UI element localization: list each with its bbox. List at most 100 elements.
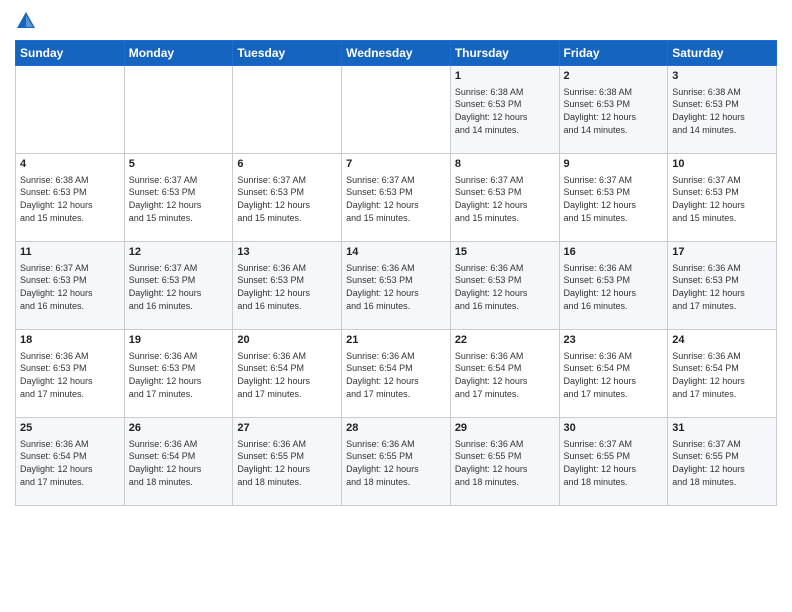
day-number: 19: [129, 333, 229, 348]
day-info: Sunrise: 6:37 AM Sunset: 6:55 PM Dayligh…: [564, 438, 664, 488]
weekday-header-friday: Friday: [559, 41, 668, 66]
calendar-row-3: 11 Sunrise: 6:37 AM Sunset: 6:53 PM Dayli…: [16, 242, 777, 330]
day-info: Sunrise: 6:37 AM Sunset: 6:53 PM Dayligh…: [455, 174, 555, 224]
calendar-cell: 5Sunrise: 6:37 AM Sunset: 6:53 PM Daylig…: [124, 154, 233, 242]
day-info: Sunrise: 6:36 AM Sunset: 6:53 PM Dayligh…: [672, 262, 772, 312]
calendar-cell: 1Sunrise: 6:38 AM Sunset: 6:53 PM Daylig…: [450, 66, 559, 154]
day-info: Sunrise: 6:38 AM Sunset: 6:53 PM Dayligh…: [672, 86, 772, 136]
day-number: 13: [237, 245, 337, 260]
day-number: 7: [346, 157, 446, 172]
calendar-cell: 12 Sunrise: 6:37 AM Sunset: 6:53 PM Dayli…: [124, 242, 233, 330]
calendar-cell: 25 Sunrise: 6:36 AM Sunset: 6:54 PM Dayli…: [16, 418, 125, 506]
calendar-cell: 18 Sunrise: 6:36 AM Sunset: 6:53 PM Dayli…: [16, 330, 125, 418]
weekday-header-monday: Monday: [124, 41, 233, 66]
day-info: Sunrise: 6:36 AM Sunset: 6:53 PM Dayligh…: [455, 262, 555, 312]
calendar-cell: 7 Sunrise: 6:37 AM Sunset: 6:53 PM Daylig…: [342, 154, 451, 242]
calendar-cell: 11 Sunrise: 6:37 AM Sunset: 6:53 PM Dayli…: [16, 242, 125, 330]
calendar-cell: 24 Sunrise: 6:36 AM Sunset: 6:54 PM Dayli…: [668, 330, 777, 418]
day-info: Sunrise: 6:37 AM Sunset: 6:53 PM Dayligh…: [20, 262, 120, 312]
day-number: 20: [237, 333, 337, 348]
day-number: 26: [129, 421, 229, 436]
day-number: 18: [20, 333, 120, 348]
calendar-cell: 16 Sunrise: 6:36 AM Sunset: 6:53 PM Dayli…: [559, 242, 668, 330]
day-info: Sunrise: 6:38 AM Sunset: 6:53 PM Dayligh…: [564, 86, 664, 136]
day-info: Sunrise: 6:36 AM Sunset: 6:53 PM Dayligh…: [564, 262, 664, 312]
day-number: 15: [455, 245, 555, 260]
calendar: SundayMondayTuesdayWednesdayThursdayFrid…: [15, 40, 777, 506]
day-number: 3: [672, 69, 772, 84]
weekday-header-saturday: Saturday: [668, 41, 777, 66]
day-info: Sunrise: 6:37 AM Sunset: 6:53 PM Dayligh…: [564, 174, 664, 224]
day-number: 25: [20, 421, 120, 436]
calendar-cell: 3 Sunrise: 6:38 AM Sunset: 6:53 PM Daylig…: [668, 66, 777, 154]
day-info: Sunrise: 6:36 AM Sunset: 6:54 PM Dayligh…: [346, 350, 446, 400]
calendar-cell: 23 Sunrise: 6:36 AM Sunset: 6:54 PM Dayli…: [559, 330, 668, 418]
day-number: 6: [237, 157, 337, 172]
weekday-header-wednesday: Wednesday: [342, 41, 451, 66]
day-info: Sunrise: 6:37 AM Sunset: 6:53 PM Dayligh…: [237, 174, 337, 224]
day-info: Sunrise: 6:36 AM Sunset: 6:54 PM Dayligh…: [129, 438, 229, 488]
day-info: Sunrise: 6:36 AM Sunset: 6:54 PM Dayligh…: [455, 350, 555, 400]
calendar-cell: 15 Sunrise: 6:36 AM Sunset: 6:53 PM Dayli…: [450, 242, 559, 330]
day-number: 9: [564, 157, 664, 172]
day-number: 16: [564, 245, 664, 260]
calendar-cell: 2 Sunrise: 6:38 AM Sunset: 6:53 PM Daylig…: [559, 66, 668, 154]
day-info: Sunrise: 6:37 AM Sunset: 6:53 PM Dayligh…: [346, 174, 446, 224]
day-number: 8: [455, 157, 555, 172]
calendar-cell: 19 Sunrise: 6:36 AM Sunset: 6:53 PM Dayli…: [124, 330, 233, 418]
page: SundayMondayTuesdayWednesdayThursdayFrid…: [0, 0, 792, 612]
calendar-cell: 22Sunrise: 6:36 AM Sunset: 6:54 PM Dayli…: [450, 330, 559, 418]
calendar-row-2: 4Sunrise: 6:38 AM Sunset: 6:53 PM Daylig…: [16, 154, 777, 242]
day-number: 30: [564, 421, 664, 436]
calendar-cell: 9 Sunrise: 6:37 AM Sunset: 6:53 PM Daylig…: [559, 154, 668, 242]
calendar-cell: [124, 66, 233, 154]
day-info: Sunrise: 6:36 AM Sunset: 6:53 PM Dayligh…: [20, 350, 120, 400]
calendar-row-4: 18 Sunrise: 6:36 AM Sunset: 6:53 PM Dayli…: [16, 330, 777, 418]
weekday-header-tuesday: Tuesday: [233, 41, 342, 66]
calendar-cell: 6 Sunrise: 6:37 AM Sunset: 6:53 PM Daylig…: [233, 154, 342, 242]
calendar-row-1: 1Sunrise: 6:38 AM Sunset: 6:53 PM Daylig…: [16, 66, 777, 154]
day-number: 11: [20, 245, 120, 260]
day-number: 23: [564, 333, 664, 348]
weekday-header-thursday: Thursday: [450, 41, 559, 66]
day-number: 28: [346, 421, 446, 436]
day-number: 10: [672, 157, 772, 172]
day-number: 29: [455, 421, 555, 436]
day-info: Sunrise: 6:38 AM Sunset: 6:53 PM Dayligh…: [455, 86, 555, 136]
calendar-cell: 27Sunrise: 6:36 AM Sunset: 6:55 PM Dayli…: [233, 418, 342, 506]
day-info: Sunrise: 6:38 AM Sunset: 6:53 PM Dayligh…: [20, 174, 120, 224]
calendar-cell: 8 Sunrise: 6:37 AM Sunset: 6:53 PM Daylig…: [450, 154, 559, 242]
day-info: Sunrise: 6:36 AM Sunset: 6:54 PM Dayligh…: [672, 350, 772, 400]
day-info: Sunrise: 6:36 AM Sunset: 6:53 PM Dayligh…: [237, 262, 337, 312]
day-info: Sunrise: 6:36 AM Sunset: 6:55 PM Dayligh…: [455, 438, 555, 488]
calendar-cell: [342, 66, 451, 154]
day-info: Sunrise: 6:36 AM Sunset: 6:54 PM Dayligh…: [564, 350, 664, 400]
calendar-cell: [233, 66, 342, 154]
calendar-cell: 17 Sunrise: 6:36 AM Sunset: 6:53 PM Dayli…: [668, 242, 777, 330]
calendar-cell: 10 Sunrise: 6:37 AM Sunset: 6:53 PM Dayli…: [668, 154, 777, 242]
calendar-cell: 20 Sunrise: 6:36 AM Sunset: 6:54 PM Dayli…: [233, 330, 342, 418]
day-info: Sunrise: 6:36 AM Sunset: 6:53 PM Dayligh…: [129, 350, 229, 400]
day-number: 24: [672, 333, 772, 348]
calendar-cell: 4Sunrise: 6:38 AM Sunset: 6:53 PM Daylig…: [16, 154, 125, 242]
day-info: Sunrise: 6:36 AM Sunset: 6:54 PM Dayligh…: [237, 350, 337, 400]
day-number: 12: [129, 245, 229, 260]
calendar-cell: [16, 66, 125, 154]
day-number: 31: [672, 421, 772, 436]
day-number: 5: [129, 157, 229, 172]
calendar-cell: 31Sunrise: 6:37 AM Sunset: 6:55 PM Dayli…: [668, 418, 777, 506]
day-info: Sunrise: 6:37 AM Sunset: 6:53 PM Dayligh…: [129, 262, 229, 312]
day-info: Sunrise: 6:36 AM Sunset: 6:54 PM Dayligh…: [20, 438, 120, 488]
calendar-cell: 13 Sunrise: 6:36 AM Sunset: 6:53 PM Dayli…: [233, 242, 342, 330]
calendar-cell: 26 Sunrise: 6:36 AM Sunset: 6:54 PM Dayli…: [124, 418, 233, 506]
logo-icon: [15, 10, 37, 32]
day-number: 17: [672, 245, 772, 260]
calendar-cell: 28Sunrise: 6:36 AM Sunset: 6:55 PM Dayli…: [342, 418, 451, 506]
day-number: 27: [237, 421, 337, 436]
day-number: 2: [564, 69, 664, 84]
weekday-header-sunday: Sunday: [16, 41, 125, 66]
calendar-cell: 14Sunrise: 6:36 AM Sunset: 6:53 PM Dayli…: [342, 242, 451, 330]
day-info: Sunrise: 6:37 AM Sunset: 6:53 PM Dayligh…: [672, 174, 772, 224]
weekday-header-row: SundayMondayTuesdayWednesdayThursdayFrid…: [16, 41, 777, 66]
day-info: Sunrise: 6:36 AM Sunset: 6:53 PM Dayligh…: [346, 262, 446, 312]
